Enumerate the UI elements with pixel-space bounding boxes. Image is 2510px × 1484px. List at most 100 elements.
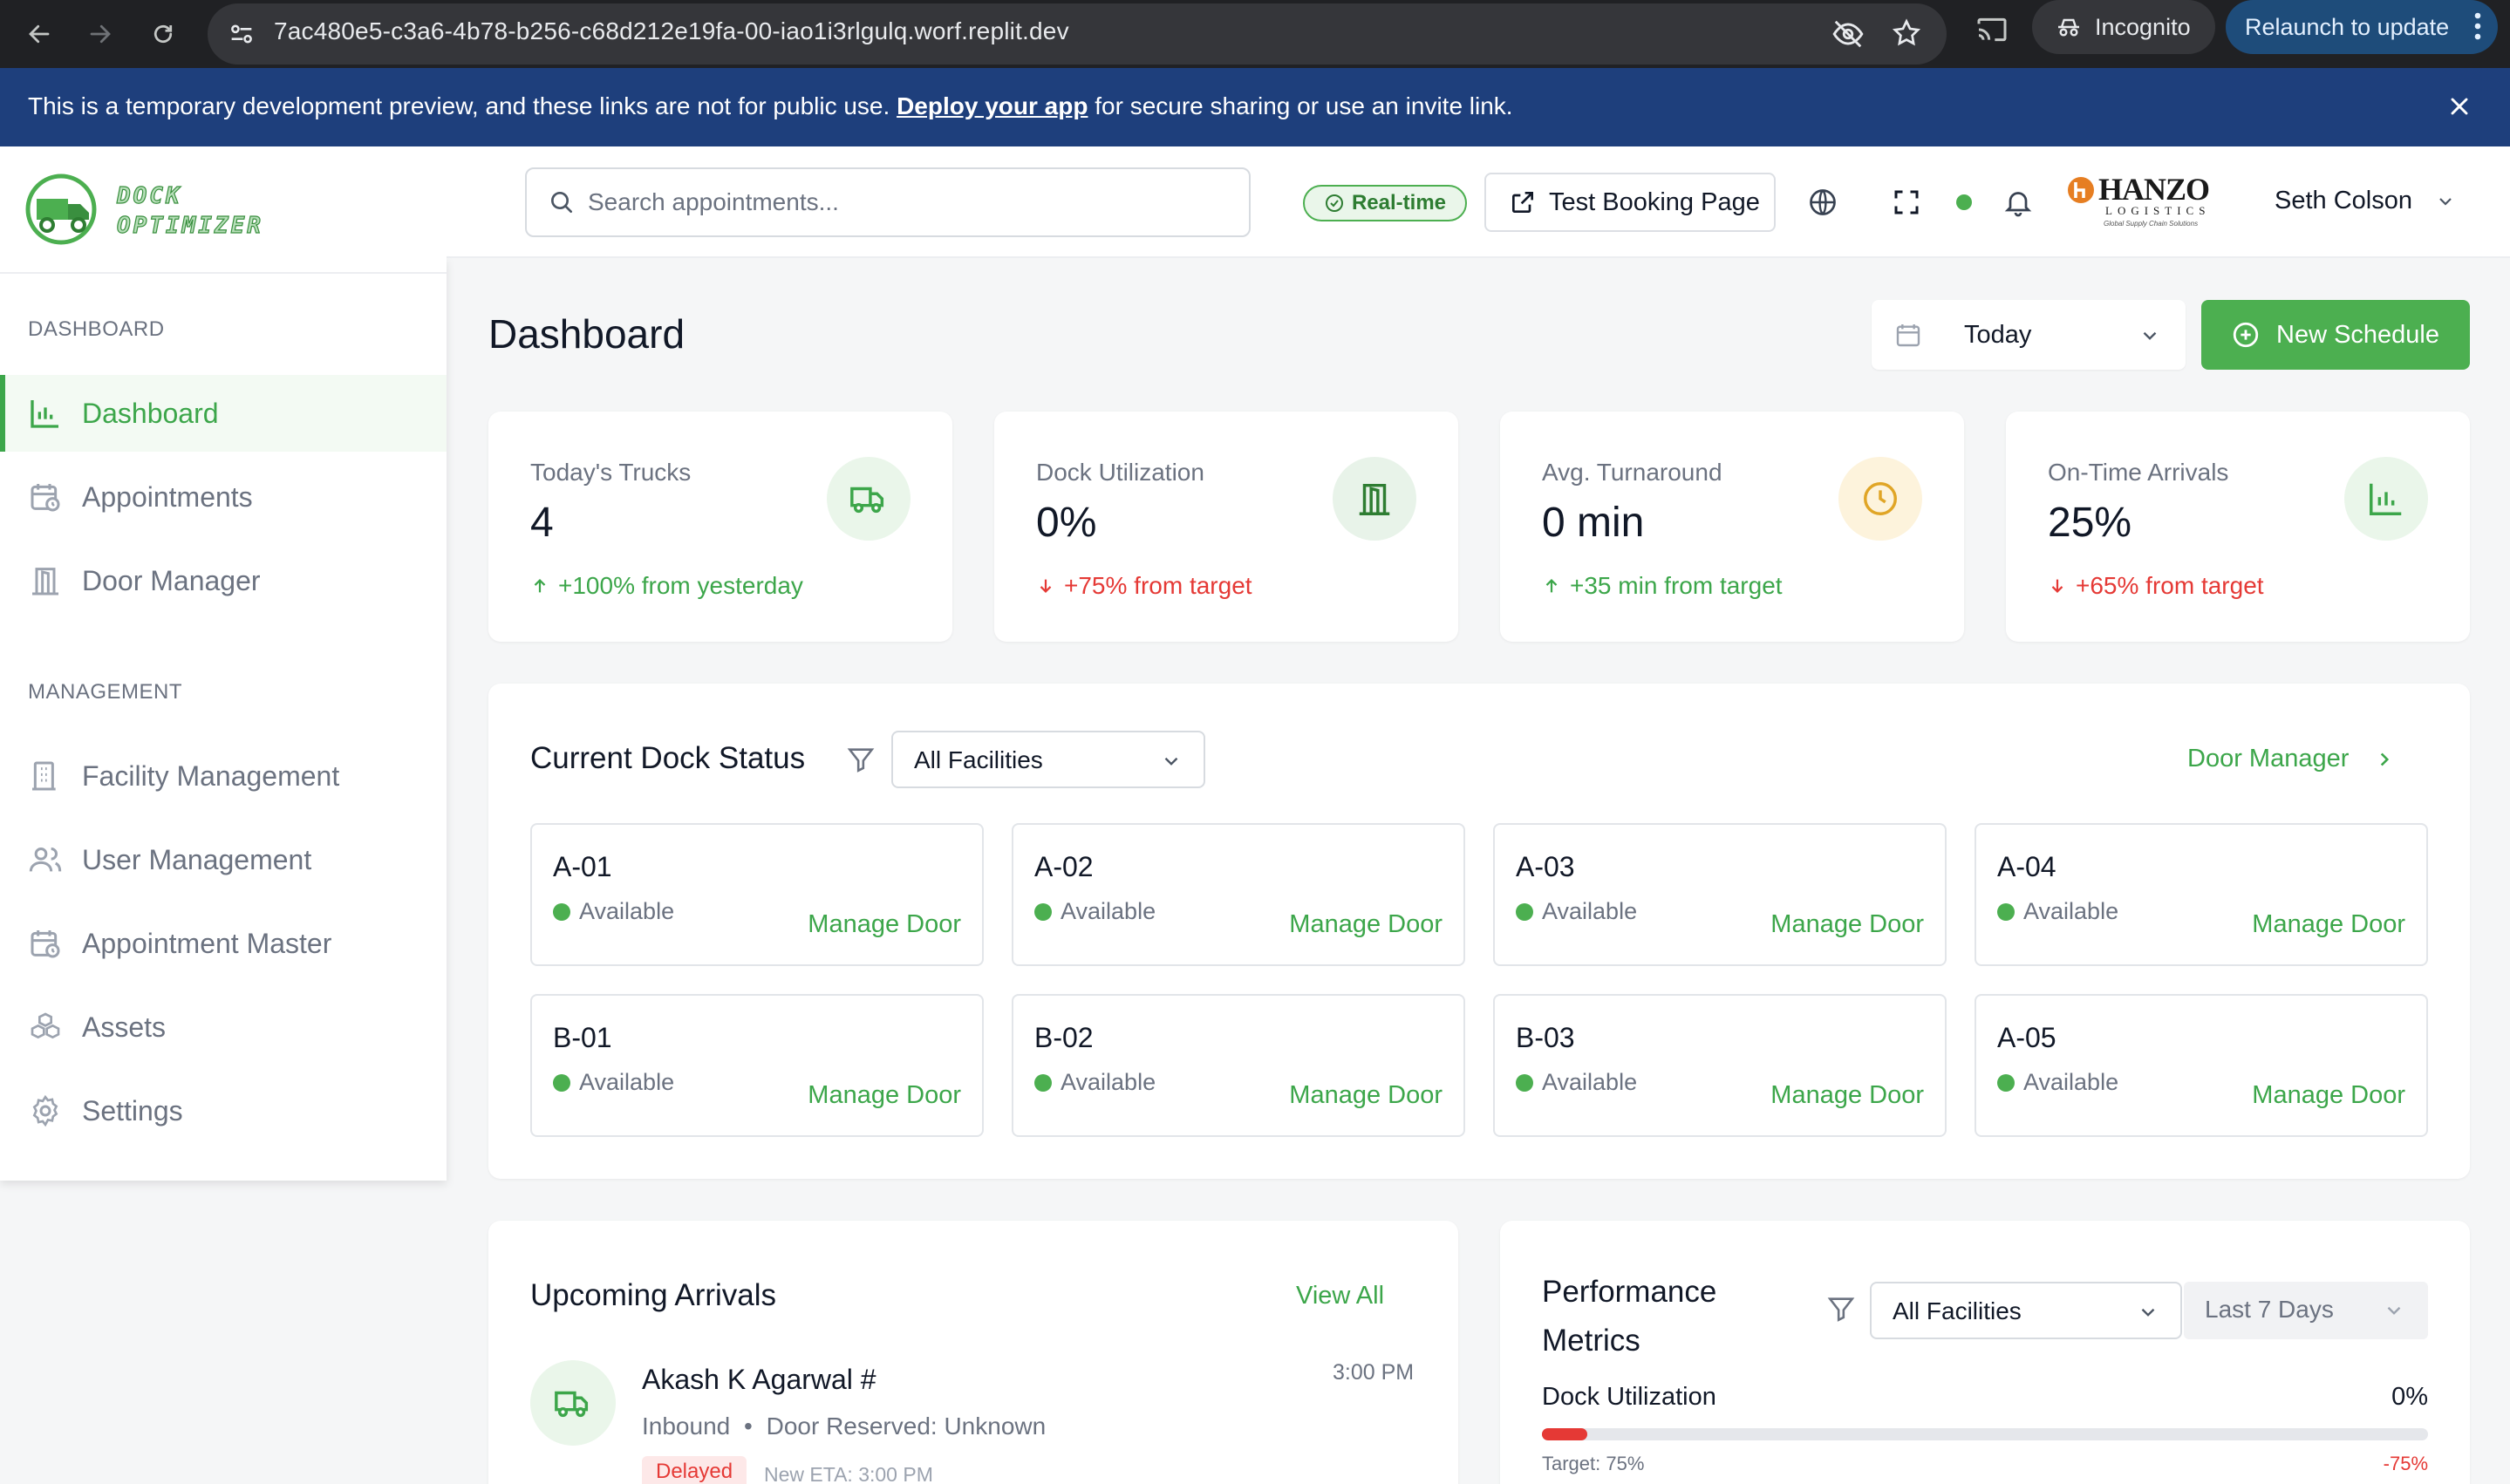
external-link-icon bbox=[1512, 192, 1533, 213]
sidebar-item-settings[interactable]: Settings bbox=[0, 1072, 447, 1149]
bar-chart-icon bbox=[2344, 457, 2428, 541]
performance-facility-value: All Facilities bbox=[1893, 1297, 2022, 1324]
deploy-link[interactable]: Deploy your app bbox=[897, 92, 1088, 119]
banner-text-before: This is a temporary development preview,… bbox=[28, 92, 890, 119]
sidebar-item-appointments[interactable]: Appointments bbox=[0, 459, 447, 535]
search-box[interactable] bbox=[525, 167, 1251, 237]
status-dot bbox=[1034, 1073, 1052, 1092]
address-bar[interactable]: 7ac480e5-c3a6-4b78-b256-c68d212e19fa-00-… bbox=[208, 3, 1947, 65]
sidebar-item-facility-management[interactable]: Facility Management bbox=[0, 738, 447, 814]
metric-diff: -75% bbox=[2383, 1453, 2428, 1474]
star-icon[interactable] bbox=[1891, 17, 1922, 49]
sidebar-item-label: Settings bbox=[82, 1094, 183, 1127]
globe-icon[interactable] bbox=[1807, 187, 1838, 218]
view-all-link[interactable]: View All bbox=[1296, 1282, 1384, 1310]
more-vertical-icon bbox=[2473, 10, 2482, 42]
status-dot bbox=[1516, 902, 1533, 921]
truck-icon bbox=[827, 457, 911, 541]
facility-filter-select[interactable]: All Facilities bbox=[891, 731, 1205, 788]
browser-toolbar: 7ac480e5-c3a6-4b78-b256-c68d212e19fa-00-… bbox=[0, 0, 2510, 68]
close-icon[interactable] bbox=[2445, 92, 2473, 120]
door-status-text: Available bbox=[2023, 898, 2119, 924]
arrival-carrier-name[interactable]: Akash K Agarwal # bbox=[642, 1364, 876, 1396]
manage-door-button[interactable]: Manage Door bbox=[808, 910, 961, 939]
app-logo[interactable]: DOCK OPTIMIZER bbox=[0, 146, 447, 274]
dock-status-panel: Current Dock Status All Facilities Door … bbox=[488, 684, 2470, 1179]
stat-delta: +75% from target bbox=[1036, 572, 1252, 600]
sidebar-item-door-manager[interactable]: Door Manager bbox=[0, 542, 447, 619]
sidebar-item-user-management[interactable]: User Management bbox=[0, 821, 447, 898]
door-card: B-02 Available Manage Door bbox=[1012, 994, 1465, 1137]
sidebar-item-label: Appointment Master bbox=[82, 927, 332, 959]
eye-off-icon[interactable] bbox=[1831, 17, 1865, 51]
gear-icon bbox=[32, 1094, 58, 1127]
door-name: B-02 bbox=[1034, 1022, 1094, 1053]
door-name: A-05 bbox=[1997, 1022, 2056, 1053]
filter-icon[interactable] bbox=[846, 745, 876, 774]
chevron-down-icon bbox=[2141, 1308, 2155, 1317]
stat-label: Today's Trucks bbox=[530, 459, 692, 486]
relaunch-button[interactable]: Relaunch to update bbox=[2226, 0, 2498, 54]
manage-door-button[interactable]: Manage Door bbox=[808, 1081, 961, 1110]
status-dot bbox=[1997, 902, 2015, 921]
status-dot bbox=[1034, 902, 1052, 921]
performance-range-value: Last 7 Days bbox=[2205, 1296, 2334, 1323]
door-status: Available bbox=[1997, 898, 2118, 925]
incognito-icon bbox=[2058, 18, 2079, 37]
calendar-icon bbox=[1896, 324, 1920, 347]
fullscreen-icon[interactable] bbox=[1891, 187, 1922, 218]
new-schedule-button[interactable]: New Schedule bbox=[2201, 300, 2470, 370]
performance-facility-select[interactable]: All Facilities bbox=[1870, 1282, 2182, 1339]
company-logo-sub: LOGISTICS bbox=[2105, 204, 2211, 217]
test-booking-button[interactable]: Test Booking Page bbox=[1484, 173, 1776, 232]
door-status-text: Available bbox=[579, 1069, 675, 1095]
performance-range-select[interactable]: Last 7 Days bbox=[2184, 1282, 2428, 1339]
stat-card-todays-trucks: Today's Trucks 4 +100% from yesterday bbox=[488, 412, 952, 642]
sidebar-item-label: Facility Management bbox=[82, 759, 340, 792]
manage-door-button[interactable]: Manage Door bbox=[1289, 1081, 1443, 1110]
stat-label: On-Time Arrivals bbox=[2048, 459, 2229, 486]
user-menu[interactable]: Seth Colson bbox=[2275, 187, 2456, 215]
manage-door-button[interactable]: Manage Door bbox=[1289, 910, 1443, 939]
stat-delta-text: +100% from yesterday bbox=[558, 572, 803, 599]
stat-delta: +100% from yesterday bbox=[530, 572, 803, 600]
reload-button[interactable] bbox=[141, 12, 185, 56]
plus-circle-icon bbox=[2233, 322, 2259, 348]
door-card: A-02 Available Manage Door bbox=[1012, 823, 1465, 966]
chevron-down-icon bbox=[2143, 331, 2157, 340]
metric-value: 0% bbox=[2391, 1383, 2428, 1411]
arrow-up-icon bbox=[1545, 579, 1558, 593]
door-card: A-05 Available Manage Door bbox=[1975, 994, 2428, 1137]
manage-door-button[interactable]: Manage Door bbox=[1770, 1081, 1924, 1110]
test-booking-label: Test Booking Page bbox=[1549, 187, 1760, 216]
manage-door-button[interactable]: Manage Door bbox=[2252, 910, 2405, 939]
realtime-label: Real-time bbox=[1351, 191, 1447, 214]
sidebar-item-assets[interactable]: Assets bbox=[0, 989, 447, 1065]
stat-delta: +65% from target bbox=[2048, 572, 2264, 600]
sidebar-item-appointment-master[interactable]: Appointment Master bbox=[0, 905, 447, 982]
calendar-clock-icon bbox=[31, 484, 60, 512]
door-manager-link[interactable]: Door Manager bbox=[2187, 745, 2396, 773]
cast-icon[interactable] bbox=[1975, 12, 2009, 47]
filter-icon[interactable] bbox=[1826, 1294, 1856, 1324]
incognito-indicator[interactable]: Incognito bbox=[2032, 0, 2215, 54]
chevron-down-icon bbox=[1164, 757, 1178, 766]
sidebar-item-dashboard[interactable]: Dashboard bbox=[0, 375, 447, 452]
search-input[interactable] bbox=[588, 183, 1233, 221]
page-title: Dashboard bbox=[488, 311, 685, 357]
bell-icon[interactable] bbox=[2002, 187, 2034, 218]
performance-title: Performance Metrics bbox=[1542, 1268, 1716, 1365]
arrival-new-eta: New ETA: 3:00 PM bbox=[764, 1463, 933, 1484]
arrival-time: 3:00 PM bbox=[1333, 1360, 1415, 1385]
date-filter-select[interactable]: Today bbox=[1872, 300, 2186, 370]
door-status-text: Available bbox=[2023, 1069, 2119, 1095]
manage-door-button[interactable]: Manage Door bbox=[2252, 1081, 2405, 1110]
manage-door-button[interactable]: Manage Door bbox=[1770, 910, 1924, 939]
stat-value: 4 bbox=[530, 500, 554, 546]
status-dot bbox=[553, 1073, 570, 1092]
url-text: 7ac480e5-c3a6-4b78-b256-c68d212e19fa-00-… bbox=[274, 17, 1069, 44]
site-settings-icon[interactable] bbox=[227, 19, 256, 49]
sidebar-section-management: MANAGEMENT bbox=[28, 680, 183, 704]
back-button[interactable] bbox=[17, 12, 61, 56]
forward-button[interactable] bbox=[78, 12, 122, 56]
